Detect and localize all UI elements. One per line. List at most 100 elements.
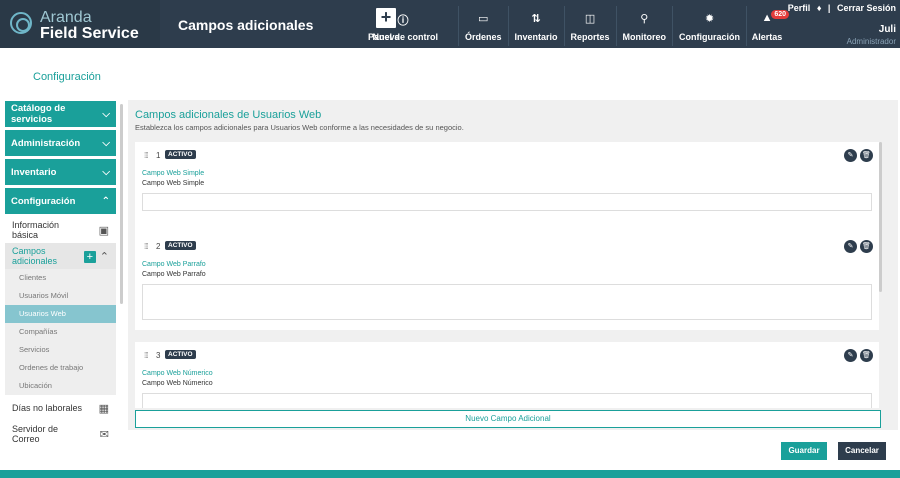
brand-logo[interactable]: Aranda Field Service (0, 0, 160, 48)
module-title: Campos adicionales (178, 17, 314, 33)
footer-bar (0, 470, 900, 478)
user-icon: ♦ (816, 3, 822, 13)
status-badge: ACTIVO (165, 241, 196, 250)
sidebar-item-campos-adicionales[interactable]: Campos adicionales + ⌃ (5, 243, 116, 269)
field-number: 2 (156, 242, 161, 251)
nav-orders[interactable]: ▭ Órdenes (459, 6, 508, 46)
save-button[interactable]: Guardar (781, 442, 827, 460)
field-preview-textarea[interactable] (142, 284, 872, 320)
edit-icon[interactable]: ✎ (844, 349, 857, 362)
sidebar-item-label: Catálogo de servicios (11, 103, 66, 125)
nav-monitor-label: Monitoreo (622, 32, 667, 42)
page-subtitle: Establezca los campos adicionales para U… (135, 123, 464, 132)
sidebar-scrollbar[interactable] (120, 104, 123, 304)
reports-icon: ◫ (584, 13, 596, 25)
edit-icon[interactable]: ✎ (844, 149, 857, 162)
nav-config[interactable]: ✹ Configuración (673, 6, 746, 46)
sidebar-child-clientes[interactable]: Clientes (5, 269, 116, 287)
main-panel: Campos adicionales de Usuarios Web Estab… (128, 100, 898, 430)
nav-panel[interactable]: ⓘ Panel de control (368, 6, 438, 46)
field-label: Campo Web Númerico (142, 370, 213, 377)
info-icon: ⓘ (397, 15, 409, 27)
new-field-button[interactable]: Nuevo Campo Adicional (135, 410, 881, 428)
nav-inventory[interactable]: ⇅ Inventario (509, 6, 564, 46)
add-icon[interactable]: + (83, 250, 96, 263)
sidebar-item-catalogo[interactable]: Catálogo de servicios ⌵ (5, 101, 116, 127)
drag-handle-icon[interactable]: ⁞⁞⁞ (144, 151, 149, 160)
delete-icon[interactable]: 🗑 (860, 349, 873, 362)
sidebar-child-companias[interactable]: Compañías (5, 323, 116, 341)
sidebar-child-usuarios-web[interactable]: Usuarios Web (5, 305, 116, 323)
sidebar-item-label: Servidor de Correo (12, 424, 59, 444)
nav-alerts-label: Alertas (751, 32, 783, 42)
field-card: ⁞⁞⁞ 2 ACTIVO Campo Web Parrafo Campo Web… (135, 233, 879, 330)
field-label: Campo Web Parrafo (142, 261, 206, 268)
field-card: ⁞⁞⁞ 1 ACTIVO Campo Web Simple Campo Web … (135, 142, 879, 239)
nav-reports[interactable]: ◫ Reportes (565, 6, 616, 46)
inventory-icon: ⇅ (531, 13, 541, 25)
delete-icon[interactable]: 🗑 (860, 149, 873, 162)
nav-config-label: Configuración (679, 32, 741, 42)
sidebar-item-inventario[interactable]: Inventario ⌵ (5, 159, 116, 185)
chevron-down-icon: ⌵ (102, 108, 110, 120)
sidebar-item-administracion[interactable]: Administración ⌵ (5, 130, 116, 156)
top-bar: Aranda Field Service Campos adicionales … (0, 0, 900, 48)
drag-handle-icon[interactable]: ⁞⁞⁞ (144, 242, 149, 251)
sidebar: Catálogo de servicios ⌵ Administración ⌵… (5, 101, 116, 470)
page-title: Campos adicionales de Usuarios Web (135, 109, 322, 121)
chevron-down-icon: ⌵ (102, 137, 110, 149)
fields-list: ⁞⁞⁞ 1 ACTIVO Campo Web Simple Campo Web … (135, 142, 879, 408)
field-preview-input[interactable] (142, 393, 872, 408)
field-description: Campo Web Parrafo (142, 271, 206, 278)
field-card: ⁞⁞⁞ 3 ACTIVO Campo Web Númerico Campo We… (135, 342, 879, 408)
content-scrollbar[interactable] (879, 142, 882, 292)
sidebar-item-label: Información básica (12, 220, 60, 240)
sidebar-child-ubicacion[interactable]: Ubicación (5, 377, 116, 395)
sidebar-item-info-basica[interactable]: Información básica ▣ (5, 217, 116, 243)
nav-monitor[interactable]: ⚲ Monitoreo (617, 6, 673, 46)
chevron-down-icon: ⌵ (102, 166, 110, 178)
mail-icon: ✉ (99, 428, 109, 441)
field-preview-input[interactable] (142, 193, 872, 211)
sidebar-child-servicios[interactable]: Servicios (5, 341, 116, 359)
brand-name-line2: Field Service (40, 25, 139, 42)
delete-icon[interactable]: 🗑 (860, 240, 873, 253)
status-badge: ACTIVO (165, 350, 196, 359)
sidebar-item-label: Configuración (11, 195, 76, 207)
drag-handle-icon[interactable]: ⁞⁞⁞ (144, 351, 149, 360)
field-label: Campo Web Simple (142, 170, 205, 177)
calendar-icon: ▦ (98, 402, 109, 415)
gear-icon: ✹ (704, 13, 715, 25)
breadcrumb[interactable]: Configuración (33, 71, 101, 83)
sidebar-item-servidor[interactable]: Servidor de Correo ✉ (5, 421, 116, 447)
sidebar-item-label: Inventario (11, 166, 57, 178)
field-number: 3 (156, 351, 161, 360)
sidebar-child-usuarios-movil[interactable]: Usuarios Móvil (5, 287, 116, 305)
logo-icon (10, 12, 32, 34)
main-nav: + Nueva ⓘ Panel de control ▭ Órdenes ⇅ I… (360, 6, 790, 46)
status-badge: ACTIVO (165, 150, 196, 159)
chevron-up-icon: ⌃ (99, 250, 109, 263)
cancel-button[interactable]: Cancelar (838, 442, 886, 460)
nav-inventory-label: Inventario (514, 32, 558, 42)
profile-link[interactable]: Perfil (788, 3, 811, 13)
chevron-up-icon: ⌃ (101, 195, 110, 207)
field-description: Campo Web Númerico (142, 380, 213, 387)
monitor-icon: ⚲ (640, 13, 649, 25)
sidebar-item-label: Días no laborales (12, 403, 83, 413)
nav-orders-label: Órdenes (465, 32, 502, 42)
orders-icon: ▭ (478, 13, 489, 25)
field-number: 1 (156, 151, 161, 160)
logout-link[interactable]: Cerrar Sesión (837, 3, 896, 13)
nav-reports-label: Reportes (570, 32, 610, 42)
sidebar-child-ordenes[interactable]: Ordenes de trabajo (5, 359, 116, 377)
profile-area: Perfil ♦ | Cerrar Sesión Juli Administra… (784, 3, 896, 46)
nav-alerts[interactable]: ▲ 620 Alertas (747, 6, 790, 46)
user-role: Administrador (846, 37, 896, 46)
edit-icon[interactable]: ✎ (844, 240, 857, 253)
user-name: Juli (878, 24, 896, 35)
sidebar-item-configuracion[interactable]: Configuración ⌃ (5, 188, 116, 214)
sidebar-item-label: Administración (11, 137, 81, 149)
sidebar-item-dias[interactable]: Días no laborales ▦ (5, 395, 116, 421)
field-description: Campo Web Simple (142, 180, 205, 187)
